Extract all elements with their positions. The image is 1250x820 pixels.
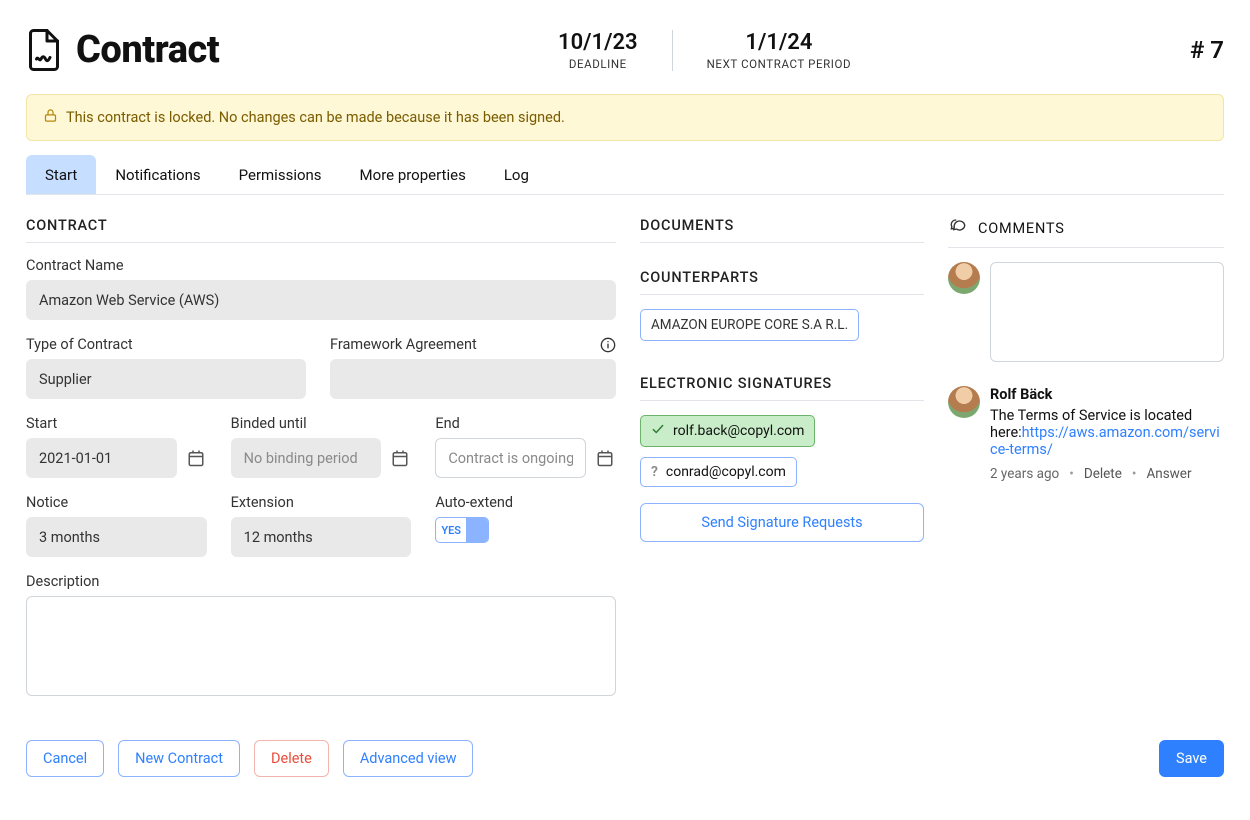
new-comment-input[interactable] xyxy=(990,262,1224,362)
tab-notifications[interactable]: Notifications xyxy=(96,155,219,194)
signature-pending[interactable]: ? conrad@copyl.com xyxy=(640,457,797,487)
stat-deadline: 10/1/23 DEADLINE xyxy=(524,30,672,71)
delete-button[interactable]: Delete xyxy=(254,740,329,777)
autoextend-value: YES xyxy=(436,524,466,537)
section-counterparts: COUNTERPARTS xyxy=(640,269,924,295)
footer-actions: Cancel New Contract Delete Advanced view… xyxy=(26,740,1224,777)
avatar xyxy=(948,262,980,294)
end-date-input[interactable] xyxy=(435,438,586,478)
contract-type-input[interactable] xyxy=(26,359,306,399)
locked-alert: This contract is locked. No changes can … xyxy=(26,94,1224,141)
end-label: End xyxy=(435,415,616,432)
section-signatures: ELECTRONIC SIGNATURES xyxy=(640,375,924,401)
comment-author: Rolf Bäck xyxy=(990,386,1224,403)
new-contract-button[interactable]: New Contract xyxy=(118,740,240,777)
deadline-label: DEADLINE xyxy=(558,57,638,71)
end-date-picker[interactable] xyxy=(596,448,616,468)
remove-signature-button[interactable]: × xyxy=(803,451,827,483)
next-period-value: 1/1/24 xyxy=(707,30,852,55)
framework-input[interactable] xyxy=(330,359,616,399)
start-label: Start xyxy=(26,415,207,432)
signature-email: rolf.back@copyl.com xyxy=(673,423,804,439)
contract-number: # 7 xyxy=(1190,36,1224,64)
contract-icon xyxy=(26,28,62,72)
contract-type-label: Type of Contract xyxy=(26,336,306,353)
start-date-input[interactable] xyxy=(26,438,177,478)
check-icon xyxy=(651,422,665,440)
counterpart-chip[interactable]: AMAZON EUROPE CORE S.A R.L. xyxy=(640,309,859,341)
avatar xyxy=(948,386,980,418)
comment-item: Rolf Bäck The Terms of Service is locate… xyxy=(948,386,1224,482)
autoextend-label: Auto-extend xyxy=(435,494,616,511)
deadline-value: 10/1/23 xyxy=(558,30,638,55)
comment-delete-link[interactable]: Delete xyxy=(1084,466,1122,482)
signature-signed[interactable]: rolf.back@copyl.com xyxy=(640,415,815,447)
comments-icon xyxy=(948,217,968,239)
cancel-button[interactable]: Cancel xyxy=(26,740,104,777)
page-header: Contract 10/1/23 DEADLINE 1/1/24 NEXT CO… xyxy=(26,0,1224,72)
next-period-label: NEXT CONTRACT PERIOD xyxy=(707,57,852,71)
section-documents: DOCUMENTS xyxy=(640,217,924,243)
tab-log[interactable]: Log xyxy=(485,155,548,194)
section-contract: CONTRACT xyxy=(26,217,616,243)
question-icon: ? xyxy=(651,464,658,480)
toggle-knob xyxy=(466,518,488,542)
stat-next-period: 1/1/24 NEXT CONTRACT PERIOD xyxy=(672,30,886,71)
binded-date-input[interactable] xyxy=(231,438,382,478)
extension-label: Extension xyxy=(231,494,412,511)
tab-start[interactable]: Start xyxy=(26,155,96,194)
comment-text: The Terms of Service is located here:htt… xyxy=(990,407,1224,458)
save-button[interactable]: Save xyxy=(1159,740,1224,777)
section-comments: COMMENTS xyxy=(978,220,1065,237)
tab-permissions[interactable]: Permissions xyxy=(220,155,341,194)
tab-more-properties[interactable]: More properties xyxy=(341,155,485,194)
framework-label: Framework Agreement xyxy=(330,336,616,353)
page-title: Contract xyxy=(76,28,219,72)
locked-alert-text: This contract is locked. No changes can … xyxy=(66,109,565,126)
comment-link[interactable]: https://aws.amazon.com/service-terms/ xyxy=(990,424,1220,458)
extension-input[interactable] xyxy=(231,517,412,557)
description-label: Description xyxy=(26,573,616,590)
description-textarea[interactable] xyxy=(26,596,616,696)
info-icon[interactable] xyxy=(600,337,616,353)
new-comment xyxy=(948,262,1224,362)
binded-label: Binded until xyxy=(231,415,412,432)
contract-name-input[interactable] xyxy=(26,280,616,320)
comment-age: 2 years ago xyxy=(990,466,1059,482)
start-date-picker[interactable] xyxy=(187,448,207,468)
signature-email: conrad@copyl.com xyxy=(666,464,786,480)
advanced-view-button[interactable]: Advanced view xyxy=(343,740,474,777)
notice-input[interactable] xyxy=(26,517,207,557)
binded-date-picker[interactable] xyxy=(391,448,411,468)
send-signature-requests-button[interactable]: Send Signature Requests xyxy=(640,503,924,542)
notice-label: Notice xyxy=(26,494,207,511)
autoextend-toggle[interactable]: YES xyxy=(435,517,489,543)
tabs: Start Notifications Permissions More pro… xyxy=(26,155,1224,195)
lock-icon xyxy=(43,108,66,127)
contract-name-label: Contract Name xyxy=(26,257,616,274)
comment-answer-link[interactable]: Answer xyxy=(1146,466,1191,482)
